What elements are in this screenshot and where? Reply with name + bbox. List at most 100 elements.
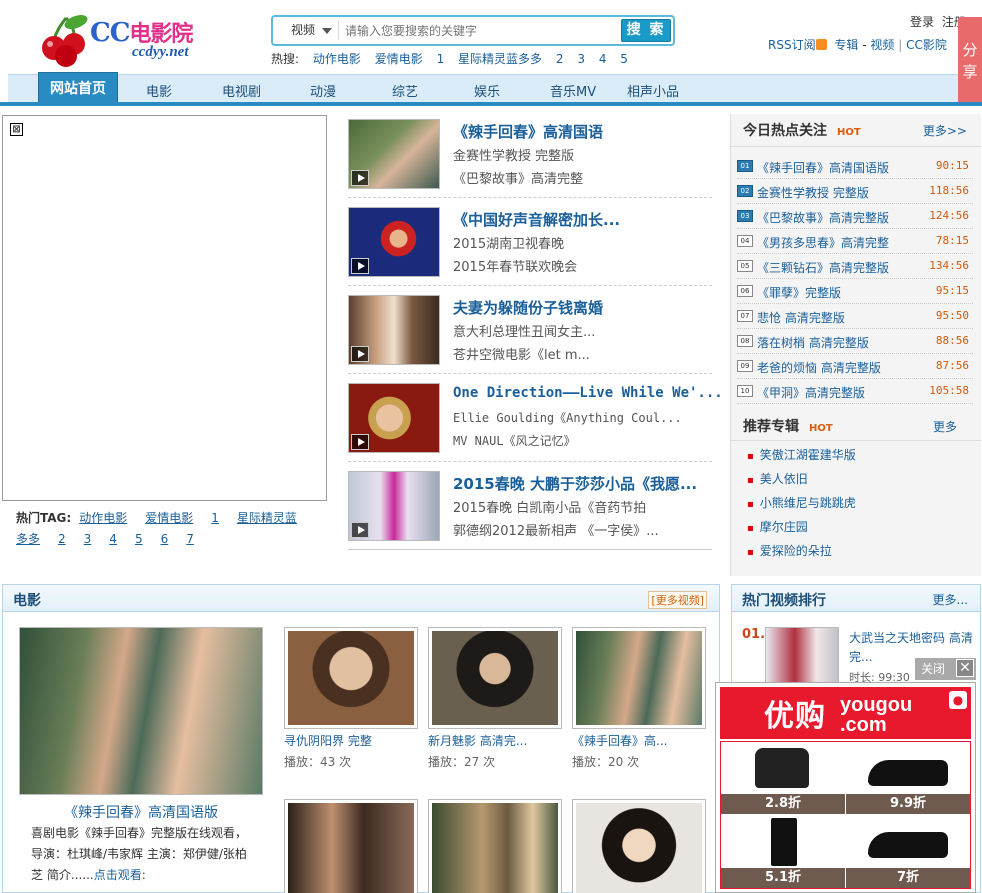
hot-videos-more-link[interactable]: 更多... xyxy=(933,591,968,608)
tag-link[interactable]: 3 xyxy=(84,532,92,546)
album-item[interactable]: 摩尔庄园 xyxy=(747,518,967,542)
feature-link[interactable]: 意大利总理性丑闻女主... xyxy=(453,321,595,340)
movie-card[interactable]: 寻仇阴阳界 完整 播放：43 次 xyxy=(284,627,418,770)
tag-link[interactable]: 7 xyxy=(186,532,194,546)
movie-thumbnail[interactable] xyxy=(572,799,706,893)
album-item[interactable]: 笑傲江湖霍建华版 xyxy=(747,446,967,470)
tag-link[interactable]: 5 xyxy=(135,532,143,546)
feature-thumbnail[interactable] xyxy=(348,119,440,189)
ranking-row[interactable]: 06 《罪孽》完整版 95:15 xyxy=(737,279,973,304)
rank-title[interactable]: 《三颗钻石》高清完整版 xyxy=(757,259,889,276)
rank-title[interactable]: 悲怆 高清完整版 xyxy=(757,309,845,326)
ad-product[interactable]: 2.8折 xyxy=(721,742,845,814)
rank-title[interactable]: 金赛性学教授 完整版 xyxy=(757,184,869,201)
featured-movie-poster[interactable] xyxy=(19,627,263,795)
video-link[interactable]: 视频 xyxy=(870,38,894,52)
rank-title[interactable]: 老爸的烦恼 高清完整版 xyxy=(757,359,881,376)
feature-thumbnail[interactable] xyxy=(348,207,440,277)
movie-thumbnail[interactable] xyxy=(572,627,706,729)
hot-search-link[interactable]: 1 xyxy=(437,52,445,66)
movie-card[interactable] xyxy=(572,799,706,893)
ranking-more-link[interactable]: 更多>> xyxy=(923,122,967,139)
nav-item-anime[interactable]: 动漫 xyxy=(310,81,336,100)
feature-title[interactable]: One Direction——Live While We'... xyxy=(453,385,723,401)
movie-card[interactable] xyxy=(428,799,562,893)
albums-more-link[interactable]: 更多 xyxy=(933,418,957,435)
login-link[interactable]: 登录 xyxy=(910,15,934,29)
feature-thumbnail[interactable] xyxy=(348,295,440,365)
tag-link[interactable]: 动作电影 xyxy=(79,511,127,525)
feature-link[interactable]: 2015湖南卫视春晚 xyxy=(453,233,564,252)
nav-item-movie[interactable]: 电影 xyxy=(146,81,172,100)
tag-link[interactable]: 4 xyxy=(109,532,117,546)
feature-thumbnail[interactable] xyxy=(348,471,440,541)
nav-item-tv[interactable]: 电视剧 xyxy=(222,81,261,100)
tag-link[interactable]: 1 xyxy=(211,511,219,525)
hot-search-link[interactable]: 动作电影 xyxy=(313,52,361,66)
hot-search-link[interactable]: 5 xyxy=(620,52,628,66)
hot-search-link[interactable]: 3 xyxy=(577,52,585,66)
feature-item[interactable]: 《辣手回春》高清国语 金赛性学教授 完整版 《巴黎故事》高清完整 xyxy=(348,119,718,199)
hot-search-link[interactable]: 2 xyxy=(556,52,564,66)
rank-title[interactable]: 《罪孽》完整版 xyxy=(757,284,841,301)
movie-card[interactable]: 《辣手回春》高... 播放：20 次 xyxy=(572,627,706,770)
hot-video-thumbnail[interactable] xyxy=(765,627,839,683)
search-type-select[interactable]: 视频 xyxy=(279,21,339,40)
rss-link[interactable]: RSS订阅 xyxy=(768,38,816,52)
nav-item-variety[interactable]: 综艺 xyxy=(392,81,418,100)
tag-link[interactable]: 6 xyxy=(161,532,169,546)
movie-thumbnail[interactable] xyxy=(284,799,418,893)
feature-title[interactable]: 《辣手回春》高清国语 xyxy=(453,121,603,142)
feature-thumbnail[interactable] xyxy=(348,383,440,453)
search-input[interactable] xyxy=(345,21,619,41)
feature-item[interactable]: 《中国好声音解密加长... 2015湖南卫视春晚 2015年春节联欢晚会 xyxy=(348,207,718,287)
tag-link[interactable]: 2 xyxy=(58,532,66,546)
ranking-row[interactable]: 08 落在树梢 高清完整版 88:56 xyxy=(737,329,973,354)
ad-product[interactable]: 5.1折 xyxy=(721,816,845,888)
ranking-row[interactable]: 10 《甲洞》高清完整版 105:58 xyxy=(737,379,973,404)
close-icon[interactable]: ✕ xyxy=(956,659,974,677)
flash-banner[interactable]: ⊠ xyxy=(2,115,327,501)
album-link[interactable]: 专辑 xyxy=(834,38,858,52)
movie-thumbnail[interactable] xyxy=(284,627,418,729)
feature-link[interactable]: 苍井空微电影《let m... xyxy=(453,344,590,363)
tag-link[interactable]: 多多 xyxy=(16,532,40,546)
ranking-row[interactable]: 03 《巴黎故事》高清完整版 124:56 xyxy=(737,204,973,229)
feature-title[interactable]: 夫妻为躲随份子钱离婚 xyxy=(453,297,603,318)
movie-title[interactable]: 寻仇阴阳界 完整 xyxy=(284,732,418,749)
ranking-row[interactable]: 09 老爸的烦恼 高清完整版 87:56 xyxy=(737,354,973,379)
rank-title[interactable]: 《甲洞》高清完整版 xyxy=(757,384,865,401)
ranking-row[interactable]: 01 《辣手回春》高清国语版 90:15 xyxy=(737,154,973,179)
ranking-row[interactable]: 07 悲怆 高清完整版 95:50 xyxy=(737,304,973,329)
nav-item-comedy[interactable]: 相声小品 xyxy=(627,81,679,100)
ad-close-button[interactable]: 关闭 ✕ xyxy=(915,658,976,680)
rank-title[interactable]: 落在树梢 高清完整版 xyxy=(757,334,869,351)
hot-search-link[interactable]: 爱情电影 xyxy=(375,52,423,66)
movie-card[interactable] xyxy=(284,799,418,893)
nav-item-music[interactable]: 音乐MV xyxy=(550,81,596,100)
ranking-row[interactable]: 04 《男孩多思春》高清完整 78:15 xyxy=(737,229,973,254)
album-item[interactable]: 爱探险的朵拉 xyxy=(747,542,967,566)
nav-item-entertainment[interactable]: 娱乐 xyxy=(474,81,500,100)
tag-link[interactable]: 星际精灵蓝 xyxy=(237,511,297,525)
ranking-row[interactable]: 02 金赛性学教授 完整版 118:56 xyxy=(737,179,973,204)
movie-title[interactable]: 新月魅影 高清完... xyxy=(428,732,562,749)
ranking-row[interactable]: 05 《三颗钻石》高清完整版 134:56 xyxy=(737,254,973,279)
tag-link[interactable]: 爱情电影 xyxy=(145,511,193,525)
feature-item[interactable]: 夫妻为躲随份子钱离婚 意大利总理性丑闻女主... 苍井空微电影《let m... xyxy=(348,295,718,375)
rank-title[interactable]: 《巴黎故事》高清完整版 xyxy=(757,209,889,226)
movie-title[interactable]: 《辣手回春》高... xyxy=(572,732,706,749)
movie-card[interactable]: 新月魅影 高清完... 播放：27 次 xyxy=(428,627,562,770)
hot-search-link[interactable]: 星际精灵蓝多多 xyxy=(458,52,542,66)
ad-popup[interactable]: 优购 yougou .com ● 2.8折 9.9折 5.1折 7折 xyxy=(715,682,976,893)
album-item[interactable]: 小熊维尼与跳跳虎 xyxy=(747,494,967,518)
movie-thumbnail[interactable] xyxy=(428,799,562,893)
watch-link[interactable]: 点击观看: xyxy=(94,868,146,882)
feature-title[interactable]: 《中国好声音解密加长... xyxy=(453,209,620,230)
movie-thumbnail[interactable] xyxy=(428,627,562,729)
share-button[interactable]: 分享 xyxy=(958,17,982,105)
feature-item[interactable]: 2015春晚 大鹏于莎莎小品《我愿... 2015春晚 白凯南小品《音药节拍 郭… xyxy=(348,471,718,551)
ad-product[interactable]: 9.9折 xyxy=(846,742,970,814)
nav-home[interactable]: 网站首页 xyxy=(38,72,118,104)
rank-title[interactable]: 《男孩多思春》高清完整 xyxy=(757,234,889,251)
